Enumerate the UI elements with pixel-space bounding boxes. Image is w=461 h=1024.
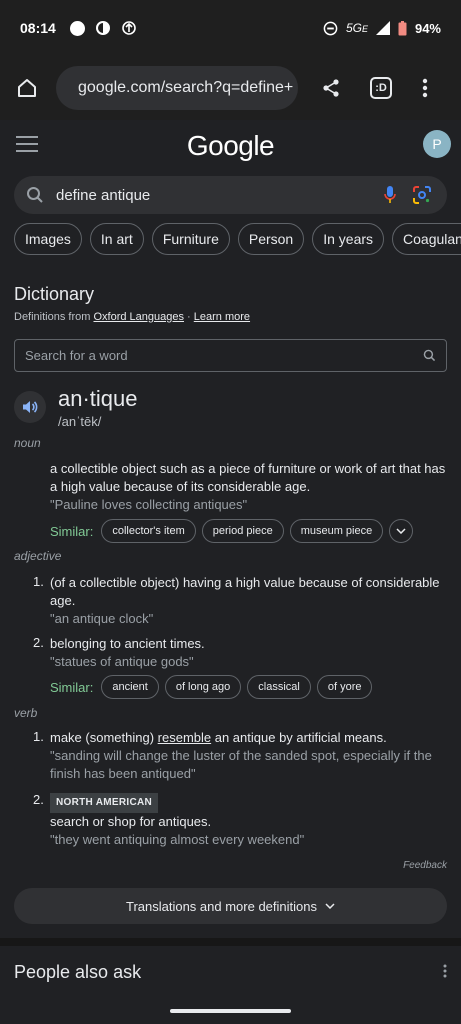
share-button[interactable]: [314, 71, 348, 105]
adjective-similar: Similar: ancient of long ago classical o…: [50, 675, 373, 699]
similar-chip[interactable]: classical: [247, 675, 311, 699]
search-icon[interactable]: [423, 349, 436, 362]
url-bar[interactable]: google.com/search?q=define+: [56, 66, 298, 110]
share-icon: [323, 79, 339, 97]
translations-more-button[interactable]: Translations and more definitions: [14, 888, 447, 924]
adjective-example-1: "an antique clock": [50, 611, 154, 626]
noun-similar: Similar: collector's item period piece m…: [50, 519, 414, 543]
notification-dot-icon: [69, 20, 85, 36]
more-vert-icon: [443, 964, 447, 978]
word-search-placeholder: Search for a word: [25, 348, 128, 363]
sense-number: 1.: [33, 729, 44, 744]
google-logo[interactable]: Google: [0, 130, 461, 162]
google-lens-icon[interactable]: [409, 182, 435, 208]
chevron-down-icon: [325, 903, 335, 909]
chip-furniture[interactable]: Furniture: [151, 223, 230, 255]
sense-number: 2.: [33, 635, 44, 650]
tab-count: :D: [370, 77, 392, 99]
feedback-link[interactable]: Feedback: [403, 860, 447, 871]
pronounce-button[interactable]: [14, 391, 46, 423]
search-input[interactable]: define antique: [56, 187, 371, 204]
similar-label: Similar:: [50, 523, 94, 539]
verb-sense-2: NORTH AMERICAN search or shop for antiqu…: [50, 792, 450, 849]
do-not-disturb-icon: [323, 21, 338, 35]
similar-chip[interactable]: of long ago: [164, 675, 242, 699]
similar-chip[interactable]: ancient: [101, 675, 159, 699]
noun-example: "Pauline loves collecting antiques": [50, 497, 248, 512]
more-vert-icon: [422, 78, 428, 98]
people-also-ask-menu[interactable]: [443, 964, 447, 983]
section-divider: [0, 938, 461, 946]
expand-similar-button[interactable]: [389, 519, 414, 543]
adjective-sense-1: (of a collectible object) having a high …: [50, 574, 450, 628]
speaker-icon: [23, 401, 38, 413]
similar-chip[interactable]: museum piece: [289, 519, 384, 543]
region-tag: NORTH AMERICAN: [50, 793, 159, 813]
chevron-down-icon: [396, 528, 406, 534]
system-nav-bar: [0, 996, 461, 1024]
similar-chip[interactable]: collector's item: [101, 519, 196, 543]
headword: an·tique: [58, 386, 138, 411]
word-search-input[interactable]: Search for a word: [14, 339, 447, 372]
phonetic: /anˈtēk/: [58, 414, 102, 429]
chip-in-years[interactable]: In years: [312, 223, 385, 255]
voice-search-icon[interactable]: [377, 182, 403, 208]
similar-label: Similar:: [50, 679, 94, 695]
url-text: google.com/search?q=define+: [78, 79, 294, 96]
people-also-ask-title: People also ask: [14, 962, 142, 982]
search-box[interactable]: define antique: [14, 176, 447, 214]
settings-brightness-icon: [95, 21, 110, 35]
status-time: 08:14: [20, 20, 56, 36]
verb-sense-1: make (something) resemble an antique by …: [50, 729, 450, 783]
signal-icon: [375, 21, 390, 35]
oxford-languages-link[interactable]: Oxford Languages: [93, 311, 184, 323]
google-header: Google P: [0, 120, 461, 172]
filter-chips: Images In art Furniture Person In years …: [14, 223, 461, 257]
learn-more-link[interactable]: Learn more: [194, 311, 250, 323]
verb-example-1: "sanding will change the luster of the s…: [50, 748, 432, 781]
similar-chip[interactable]: period piece: [201, 519, 284, 543]
chip-coagulant[interactable]: Coagulant: [392, 223, 461, 255]
avatar[interactable]: P: [423, 130, 451, 158]
adjective-example-2: "statues of antique gods": [50, 654, 194, 669]
adjective-sense-2: belonging to ancient times. "statues of …: [50, 635, 450, 671]
pos-adjective: adjective: [14, 549, 62, 563]
chip-images[interactable]: Images: [14, 223, 82, 255]
data-saver-icon: [122, 21, 136, 35]
sense-number: 1.: [33, 574, 44, 589]
status-bar: 08:14 5GE 94%: [0, 0, 461, 56]
home-button[interactable]: [10, 71, 44, 105]
similar-chip[interactable]: of yore: [316, 675, 373, 699]
chip-person[interactable]: Person: [237, 223, 305, 255]
tab-switcher-button[interactable]: :D: [364, 71, 398, 105]
browser-toolbar: google.com/search?q=define+ :D: [0, 56, 461, 120]
browser-menu-button[interactable]: [408, 71, 442, 105]
sense-number: 2.: [33, 792, 44, 807]
home-gesture-bar[interactable]: [170, 1009, 291, 1013]
dictionary-title: Dictionary: [14, 284, 95, 304]
network-type: 5GE: [345, 21, 368, 35]
battery-percent: 94%: [414, 20, 441, 36]
pos-verb: verb: [14, 706, 38, 720]
home-icon: [18, 79, 36, 97]
search-icon: [27, 187, 43, 203]
pos-noun: noun: [14, 436, 41, 450]
translations-label: Translations and more definitions: [125, 898, 317, 914]
resemble-link[interactable]: resemble: [158, 730, 211, 745]
noun-definition: a collectible object such as a piece of …: [50, 460, 450, 514]
chip-in-art[interactable]: In art: [89, 223, 144, 255]
battery-icon: [398, 20, 407, 35]
verb-example-2: "they went antiquing almost every weeken…: [50, 832, 305, 847]
dictionary-source: Definitions from Oxford Languages · Lear…: [14, 311, 251, 323]
